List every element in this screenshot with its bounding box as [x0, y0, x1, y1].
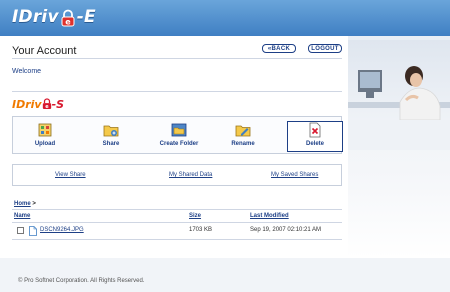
logout-button[interactable]: LOGOUT — [308, 44, 342, 53]
svg-text:e: e — [45, 104, 49, 110]
divider — [12, 222, 342, 223]
delete-button[interactable]: Delete — [287, 121, 343, 152]
create-folder-label: Create Folder — [159, 141, 199, 147]
back-button-label: BACK — [271, 45, 291, 52]
app-header: IDriv e -E — [0, 0, 450, 36]
file-size: 1703 KB — [189, 227, 213, 233]
brand-text-suffix: -S — [51, 97, 65, 111]
copyright-text: © Pro Softnet Corporation. All Rights Re… — [18, 278, 145, 284]
breadcrumb: Home > — [14, 201, 36, 207]
idrive-e-logo[interactable]: IDriv e -E — [12, 6, 96, 28]
breadcrumb-home-link[interactable]: Home — [14, 201, 31, 207]
file-name-link[interactable]: DSCN9264.JPG — [40, 227, 84, 233]
share-folder-icon — [103, 125, 119, 137]
svg-text:e: e — [65, 18, 71, 27]
upload-button[interactable]: Upload — [17, 122, 73, 152]
lock-icon: e — [61, 9, 75, 27]
divider — [12, 91, 342, 92]
divider — [12, 209, 342, 210]
woman-at-computer-photo — [348, 40, 450, 150]
view-share-link[interactable]: View Share — [55, 172, 86, 178]
table-row: DSCN9264.JPG 1703 KB Sep 19, 2007 02:10:… — [12, 224, 342, 238]
create-folder-button[interactable]: Create Folder — [151, 122, 207, 152]
rename-button[interactable]: Rename — [215, 122, 271, 152]
column-header-size[interactable]: Size — [189, 213, 201, 219]
idrive-s-logo: IDriv e -S — [12, 97, 64, 111]
column-header-last-modified[interactable]: Last Modified — [250, 213, 289, 219]
logo-text-suffix: -E — [76, 7, 96, 27]
rename-icon — [235, 125, 251, 137]
my-shared-data-link[interactable]: My Shared Data — [169, 172, 212, 178]
my-saved-shares-link[interactable]: My Saved Shares — [271, 172, 318, 178]
file-last-modified: Sep 19, 2007 02:10:21 AM — [250, 227, 322, 233]
divider — [12, 239, 342, 240]
upload-label: Upload — [34, 141, 56, 147]
brand-text-prefix: IDriv — [12, 97, 42, 111]
brand-lock-icon: e — [42, 98, 51, 110]
delete-icon — [309, 122, 321, 138]
row-checkbox[interactable] — [17, 227, 24, 234]
file-toolbar: Upload Share Create Folder Rename Delete — [12, 116, 343, 154]
back-button[interactable]: « BACK — [262, 44, 296, 53]
column-header-name[interactable]: Name — [14, 213, 30, 219]
delete-label: Delete — [305, 141, 324, 147]
share-navigation: View Share My Shared Data My Saved Share… — [12, 164, 342, 186]
rename-label: Rename — [231, 141, 255, 147]
welcome-text: Welcome — [12, 68, 42, 75]
create-folder-icon — [171, 123, 187, 137]
divider — [12, 58, 342, 59]
share-label: Share — [102, 141, 120, 147]
logo-text-prefix: IDriv — [12, 7, 59, 27]
breadcrumb-separator: > — [32, 201, 36, 207]
page-title: Your Account — [12, 45, 77, 57]
share-button[interactable]: Share — [83, 122, 139, 152]
file-icon — [29, 226, 37, 236]
footer — [0, 258, 450, 292]
upload-icon — [38, 123, 52, 137]
